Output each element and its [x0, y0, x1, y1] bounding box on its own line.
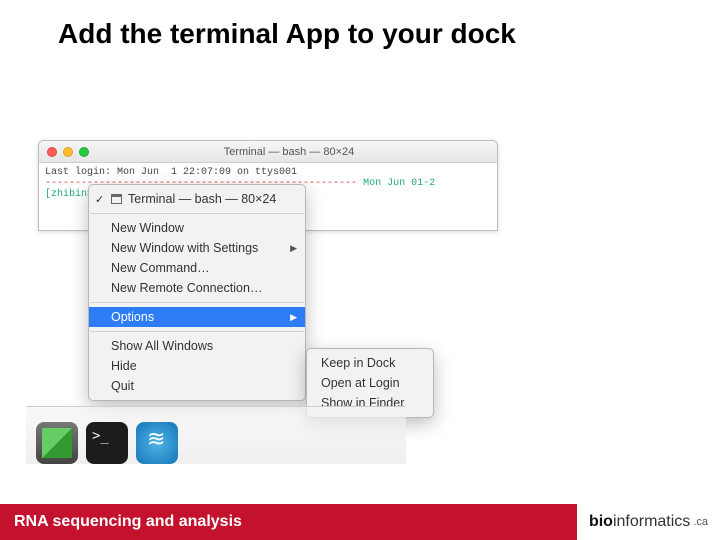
menu-options[interactable]: Options	[89, 307, 305, 327]
zoom-icon[interactable]	[79, 147, 89, 157]
menu-separator	[90, 213, 304, 214]
menu-show-all-windows[interactable]: Show All Windows	[89, 336, 305, 356]
terminal-last-login: Last login: Mon Jun 1 22:07:09 on ttys00…	[45, 167, 297, 178]
submenu-open-at-login[interactable]: Open at Login	[307, 373, 433, 393]
menu-item-label: New Command…	[111, 261, 210, 275]
menu-item-label: Hide	[111, 359, 137, 373]
brand-tld: .ca	[693, 516, 708, 528]
menu-item-label: Quit	[111, 379, 134, 393]
submenu-keep-in-dock[interactable]: Keep in Dock	[307, 353, 433, 373]
screenshot-region: Terminal — bash — 80×24 Last login: Mon …	[38, 140, 518, 460]
menu-new-command[interactable]: New Command…	[89, 258, 305, 278]
menu-quit[interactable]: Quit	[89, 376, 305, 396]
menu-separator	[90, 331, 304, 332]
menu-hide[interactable]: Hide	[89, 356, 305, 376]
dock-context-menu[interactable]: Terminal — bash — 80×24 New Window New W…	[88, 184, 306, 401]
menu-header-label: Terminal — bash — 80×24	[128, 192, 276, 206]
menu-item-label: New Remote Connection…	[111, 281, 262, 295]
terminal-icon[interactable]	[86, 422, 128, 464]
brand-rest: informatics	[613, 513, 690, 531]
menu-new-remote-connection[interactable]: New Remote Connection…	[89, 278, 305, 298]
menu-item-label: New Window	[111, 221, 184, 235]
minimize-icon[interactable]	[63, 147, 73, 157]
window-controls[interactable]	[47, 147, 89, 157]
menu-item-label: Show All Windows	[111, 339, 213, 353]
terminal-prompt: [zhibin$	[45, 189, 93, 200]
photos-icon[interactable]	[36, 422, 78, 464]
menu-item-label: New Window with Settings	[111, 241, 258, 255]
menu-new-window[interactable]: New Window	[89, 218, 305, 238]
menu-header-window[interactable]: Terminal — bash — 80×24	[89, 189, 305, 209]
footer-brand: bioinformatics.ca	[577, 504, 720, 540]
terminal-rule-date: Mon Jun 01-2	[357, 178, 435, 189]
menu-item-label: Open at Login	[321, 376, 400, 390]
menu-item-label: Keep in Dock	[321, 356, 395, 370]
brand-bold: bio	[589, 513, 613, 531]
menu-item-label: Options	[111, 310, 154, 324]
openoffice-icon[interactable]	[136, 422, 178, 464]
menu-separator	[90, 302, 304, 303]
close-icon[interactable]	[47, 147, 57, 157]
footer-left-text: RNA sequencing and analysis	[14, 513, 242, 531]
terminal-titlebar[interactable]: Terminal — bash — 80×24	[39, 141, 497, 163]
window-icon	[111, 194, 122, 204]
menu-new-window-settings[interactable]: New Window with Settings	[89, 238, 305, 258]
terminal-window-title: Terminal — bash — 80×24	[89, 146, 489, 158]
slide-footer: RNA sequencing and analysis bioinformati…	[0, 504, 720, 540]
slide-title: Add the terminal App to your dock	[0, 0, 720, 50]
dock[interactable]	[26, 406, 406, 464]
